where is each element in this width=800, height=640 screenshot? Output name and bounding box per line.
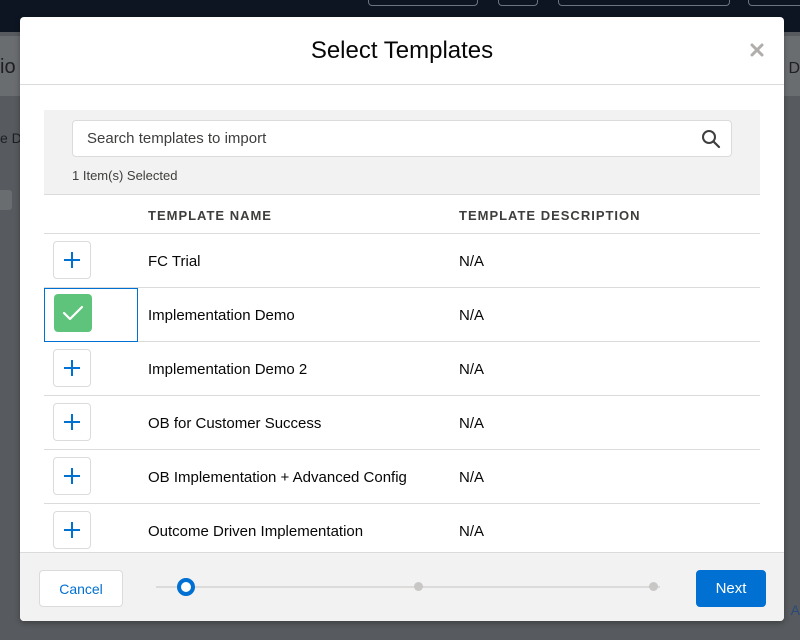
plus-icon bbox=[64, 522, 80, 538]
close-button[interactable] bbox=[746, 39, 768, 61]
background-left-text: e D bbox=[0, 130, 22, 146]
background-top-button bbox=[558, 0, 730, 6]
search-area: 1 Item(s) Selected bbox=[44, 110, 760, 194]
progress-track bbox=[156, 586, 660, 588]
background-top-button bbox=[748, 0, 800, 6]
selection-cell bbox=[44, 288, 138, 342]
background-top-button bbox=[368, 0, 478, 6]
background-top-button bbox=[498, 0, 538, 6]
next-button[interactable]: Next bbox=[696, 570, 766, 607]
template-name: Implementation Demo bbox=[148, 307, 295, 324]
selection-cell bbox=[44, 504, 138, 552]
template-description: N/A bbox=[459, 469, 485, 486]
column-header-template-name: TEMPLATE NAME bbox=[148, 208, 272, 223]
table-row: Outcome Driven Implementation N/A bbox=[44, 504, 760, 552]
add-template-button[interactable] bbox=[53, 349, 91, 387]
progress-indicator bbox=[156, 553, 660, 621]
template-name: OB Implementation + Advanced Config bbox=[148, 469, 407, 486]
selection-cell bbox=[44, 396, 138, 450]
template-description: N/A bbox=[459, 253, 485, 270]
template-name: Outcome Driven Implementation bbox=[148, 523, 364, 540]
table-row: FC Trial N/A bbox=[44, 234, 760, 288]
template-name: FC Trial bbox=[148, 253, 201, 270]
modal-title: Select Templates bbox=[310, 37, 494, 64]
progress-step-2[interactable] bbox=[414, 582, 423, 591]
progress-step-1-current[interactable] bbox=[177, 578, 195, 596]
selection-cell bbox=[44, 450, 138, 504]
template-description: N/A bbox=[459, 523, 485, 540]
table-row: OB Implementation + Advanced Config N/A bbox=[44, 450, 760, 504]
selection-cell bbox=[44, 342, 138, 396]
modal-content: 1 Item(s) Selected TEMPLATE NAME TEMPLAT… bbox=[20, 86, 784, 552]
templates-table: TEMPLATE NAME TEMPLATE DESCRIPTION FC Tr… bbox=[44, 194, 760, 552]
plus-icon bbox=[64, 360, 80, 376]
select-templates-modal: Select Templates 1 Item(s) Selected TEMP… bbox=[20, 17, 784, 621]
column-header-template-description: TEMPLATE DESCRIPTION bbox=[459, 208, 641, 223]
add-template-button[interactable] bbox=[53, 457, 91, 495]
template-description: N/A bbox=[459, 307, 485, 324]
search-box bbox=[72, 120, 732, 157]
background-right-link: A bbox=[790, 602, 800, 618]
add-template-button[interactable] bbox=[53, 511, 91, 549]
search-icon[interactable] bbox=[701, 129, 721, 149]
add-template-button[interactable] bbox=[53, 403, 91, 441]
plus-icon bbox=[64, 414, 80, 430]
background-right-text: D bbox=[788, 60, 800, 77]
selected-count: 1 Item(s) Selected bbox=[72, 168, 178, 183]
modal-footer: Cancel Next bbox=[20, 552, 784, 621]
table-row: OB for Customer Success N/A bbox=[44, 396, 760, 450]
template-name: Implementation Demo 2 bbox=[148, 361, 308, 378]
progress-step-3[interactable] bbox=[649, 582, 658, 591]
check-icon bbox=[62, 305, 84, 321]
add-template-button[interactable] bbox=[53, 241, 91, 279]
template-description: N/A bbox=[459, 361, 485, 378]
modal-header: Select Templates bbox=[20, 17, 784, 85]
table-header: TEMPLATE NAME TEMPLATE DESCRIPTION bbox=[44, 194, 760, 234]
plus-icon bbox=[64, 468, 80, 484]
template-name: OB for Customer Success bbox=[148, 415, 322, 432]
search-input[interactable] bbox=[73, 121, 693, 156]
template-description: N/A bbox=[459, 415, 485, 432]
plus-icon bbox=[64, 252, 80, 268]
cancel-button[interactable]: Cancel bbox=[39, 570, 123, 607]
selection-cell bbox=[44, 234, 138, 288]
selected-template-button[interactable] bbox=[54, 294, 92, 332]
table-row: Implementation Demo N/A bbox=[44, 288, 760, 342]
table-row: Implementation Demo 2 N/A bbox=[44, 342, 760, 396]
background-caret bbox=[0, 190, 12, 210]
background-left-title: io bbox=[0, 56, 16, 78]
close-icon bbox=[750, 43, 764, 57]
